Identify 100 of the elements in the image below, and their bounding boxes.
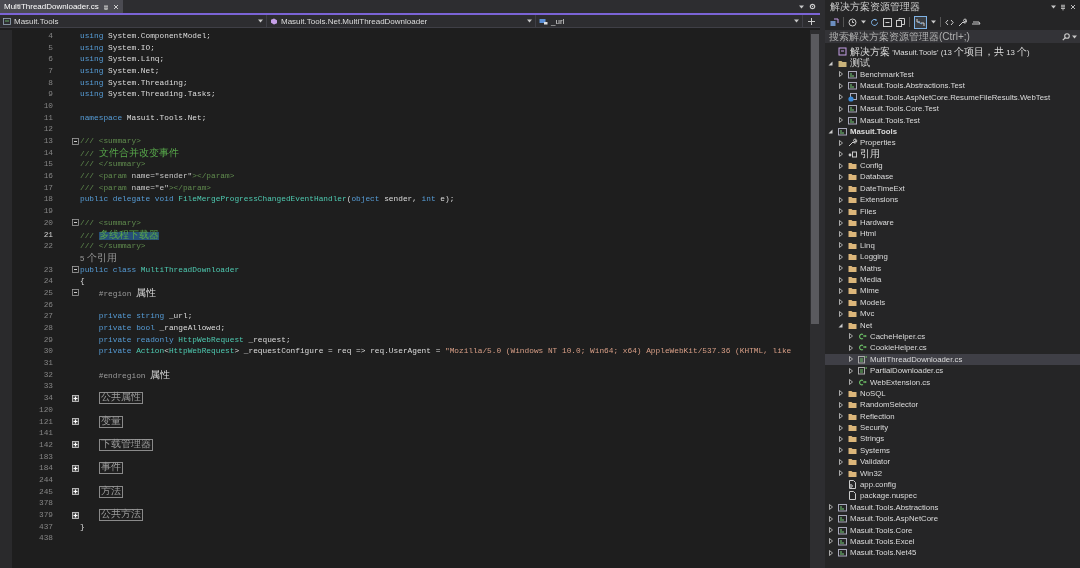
copy-icon[interactable] [896,17,905,27]
expand-arrow-icon[interactable] [838,276,843,283]
caret-icon[interactable] [1051,5,1056,9]
collapse-all-icon[interactable] [883,17,892,27]
expand-arrow-icon[interactable] [838,287,843,294]
collapsed-region[interactable]: 下载管理器 [99,438,153,451]
collapsed-region[interactable]: 公共属性 [99,392,143,405]
search-icon[interactable] [1062,32,1070,41]
expand-icon[interactable] [72,464,79,472]
settings-icon[interactable] [809,3,816,10]
expand-arrow-icon[interactable] [828,549,833,556]
panel-title: 解决方案资源管理器 [830,0,920,14]
collapsed-region[interactable]: 变量 [99,415,123,428]
expand-icon[interactable] [72,488,79,496]
expand-arrow-icon[interactable] [848,333,853,340]
navigation-dropdown[interactable]: _url [536,15,803,27]
expand-icon[interactable] [72,511,79,519]
project-icon [848,69,858,79]
expand-arrow-icon[interactable] [838,117,843,124]
collapsed-region[interactable]: 事件 [99,462,123,475]
wrench-icon[interactable] [958,17,967,27]
solution-icon [838,47,848,57]
expand-arrow-icon[interactable] [838,253,843,260]
expand-arrow-icon[interactable] [828,504,833,511]
expand-arrow-icon[interactable] [838,94,843,101]
expand-icon[interactable] [72,418,79,426]
expand-arrow-icon[interactable] [838,265,843,272]
expand-arrow-icon[interactable] [838,299,843,306]
navigation-dropdown[interactable]: Masuit.Tools.Net.MultiThreadDownloader [267,15,536,27]
code-icon[interactable] [945,17,954,27]
expand-arrow-icon[interactable] [838,162,843,169]
expand-arrow-icon[interactable] [838,435,843,442]
tree-item[interactable]: 测试 [825,57,1080,69]
navigation-dropdown[interactable]: Masuit.Tools [0,15,267,27]
expand-arrow-icon[interactable] [838,105,843,112]
collapse-arrow-icon[interactable] [838,322,843,328]
file-tab[interactable]: MultiThreadDownloader.cs [0,0,123,13]
expand-arrow-icon[interactable] [828,527,833,534]
project-icon [848,81,858,91]
expand-arrow-icon[interactable] [848,344,853,351]
csharp-file-icon [858,331,868,341]
expand-arrow-icon[interactable] [848,356,853,363]
expand-arrow-icon[interactable] [838,458,843,465]
sync-icon [916,17,925,27]
refresh-icon[interactable] [870,17,879,27]
csharp-file-icon [858,366,868,376]
expand-arrow-icon[interactable] [828,515,833,522]
collapsed-region[interactable]: 公共方法 [99,509,143,522]
expand-arrow-icon[interactable] [838,139,843,146]
references-icon [848,149,858,159]
collapse-arrow-icon[interactable] [828,60,833,66]
expand-arrow-icon[interactable] [838,413,843,420]
scrollbar[interactable] [811,34,819,324]
expand-arrow-icon[interactable] [838,208,843,215]
expand-icon[interactable] [72,394,79,402]
close-icon[interactable] [1070,4,1076,10]
expand-icon[interactable] [72,441,79,449]
expand-arrow-icon[interactable] [838,174,843,180]
caret-icon[interactable] [1072,34,1077,39]
expand-arrow-icon[interactable] [838,151,843,158]
expand-arrow-icon[interactable] [838,401,843,408]
csharp-file-icon [858,354,868,364]
csharp-file-icon [858,343,868,353]
collapse-icon[interactable] [72,266,79,274]
caret-icon[interactable] [931,20,936,24]
split-icon[interactable] [808,17,815,25]
expand-arrow-icon[interactable] [838,71,843,78]
expand-arrow-icon[interactable] [848,379,853,385]
pin-icon[interactable] [102,3,109,10]
expand-arrow-icon[interactable] [838,242,843,249]
expand-arrow-icon[interactable] [838,470,843,477]
expand-arrow-icon[interactable] [838,219,843,226]
collapse-icon[interactable] [72,137,79,145]
folder-icon [838,58,848,68]
collapsed-region[interactable]: 方法 [99,485,123,498]
expand-arrow-icon[interactable] [838,310,843,317]
field-icon [539,17,548,25]
expand-arrow-icon[interactable] [838,230,843,237]
expand-arrow-icon[interactable] [838,390,843,397]
sync-button[interactable] [914,15,927,29]
switch-views-icon[interactable] [830,17,839,27]
expand-arrow-icon[interactable] [838,185,843,192]
expand-arrow-icon[interactable] [828,538,833,545]
file-icon [848,491,858,501]
expand-arrow-icon[interactable] [848,367,853,374]
close-icon[interactable] [112,3,119,10]
expand-arrow-icon[interactable] [838,82,843,89]
project-icon [838,548,848,558]
tree-item[interactable]: 引用 [825,148,1080,160]
expand-arrow-icon[interactable] [838,424,843,431]
collapse-icon[interactable] [72,219,79,227]
collapse-arrow-icon[interactable] [828,128,833,134]
expand-arrow-icon[interactable] [838,196,843,203]
clock-icon[interactable] [848,17,857,27]
collapse-icon[interactable] [72,289,79,297]
pin-icon[interactable] [1060,3,1066,11]
caret-icon[interactable] [799,4,804,9]
expand-arrow-icon[interactable] [838,447,843,454]
project-icon [838,126,848,136]
caret-icon[interactable] [861,20,866,24]
